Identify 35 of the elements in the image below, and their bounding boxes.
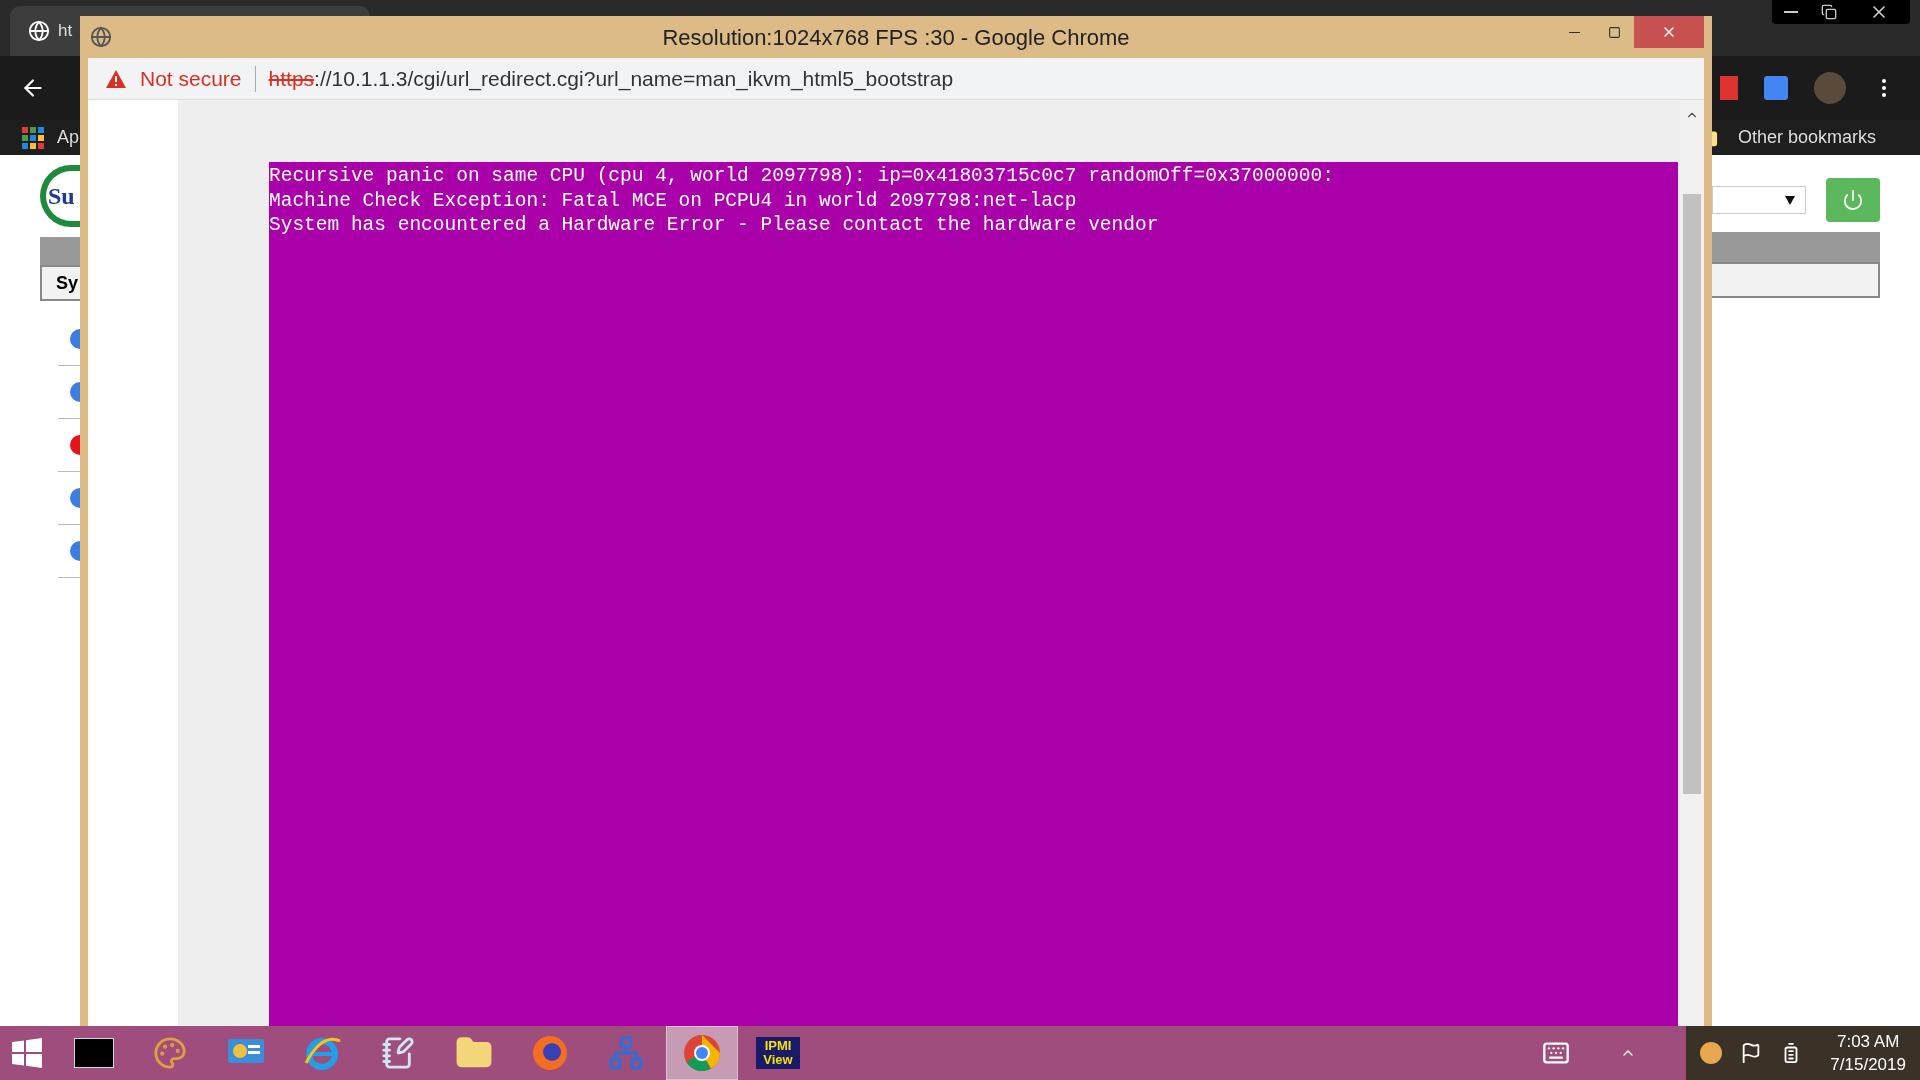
caret-icon — [1785, 195, 1795, 205]
console-line: System has encountered a Hardware Error - Please contact the hardware vendor — [269, 213, 1160, 238]
globe-icon — [90, 26, 112, 48]
scrollbar-thumb[interactable] — [1683, 194, 1701, 794]
console-line: Recursive panic on same CPU (cpu 4, world 2097798): ip=0x41803715c0c7 randomOff=0x37000000: — [269, 164, 1335, 189]
weather-icon[interactable] — [1700, 1042, 1723, 1064]
notepad-icon — [381, 1036, 415, 1070]
bookmark-link[interactable]: Ap — [57, 124, 80, 151]
power-button[interactable] — [1826, 178, 1880, 222]
taskbar-app-button[interactable]: IPMI View — [742, 1026, 814, 1080]
warning-icon — [106, 69, 126, 88]
maximize-icon — [1607, 25, 1621, 39]
tab-title: ht — [58, 20, 73, 43]
globe-icon — [28, 20, 50, 42]
minimize-icon — [1568, 31, 1580, 33]
apps-grid-icon[interactable] — [22, 126, 44, 149]
minimize-icon — [1784, 11, 1798, 13]
window-title: Resolution:1024x768 FPS :30 - Google Chrome — [662, 23, 1130, 52]
header-bar — [40, 237, 80, 265]
network-icon — [608, 1035, 644, 1071]
console-line: Machine Check Exception: Fatal MCE on PCPU4 in world 2097798:net-lacp — [269, 188, 1078, 213]
fox-globe-icon — [530, 1033, 570, 1073]
windows-logo-icon — [12, 1038, 42, 1068]
chrome-icon — [682, 1033, 722, 1073]
terminal-icon — [74, 1038, 114, 1068]
bookmark-link[interactable]: Other bookmarks — [1737, 124, 1876, 151]
ipmi-view-logo: IPMI View — [756, 1037, 800, 1069]
power-icon — [1842, 189, 1864, 211]
address-bar[interactable]: Not secure https://10.1.1.3/cgi/url_redirect.cgi?url_name=man_ikvm_html5_bootstrap — [88, 58, 1704, 100]
restore-icon — [1821, 4, 1837, 20]
url-text: https://10.1.1.3/cgi/url_redirect.cgi?url_name=man_ikvm_html5_bootstrap — [268, 65, 954, 93]
palette-icon — [153, 1036, 187, 1070]
dropdown-field[interactable] — [1712, 186, 1806, 214]
tab-label[interactable]: Sy — [40, 265, 80, 301]
security-label: Not secure — [140, 65, 242, 92]
